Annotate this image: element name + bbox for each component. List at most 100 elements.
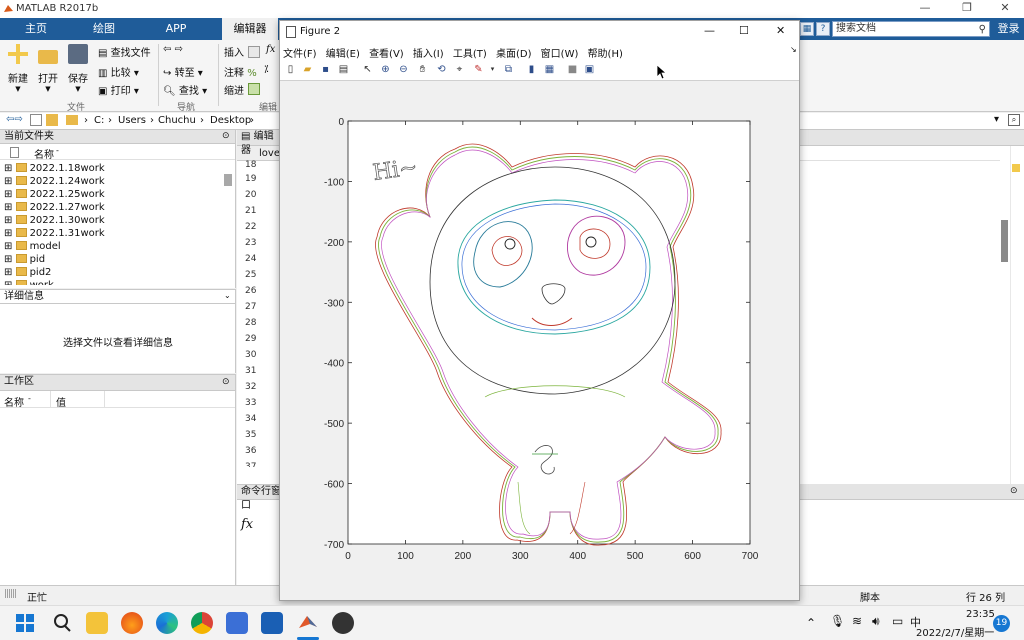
folder-list: ⊞ 2022.1.18work ⊞ 2022.1.24work ⊞ 2022.1… xyxy=(0,160,235,285)
fx-button[interactable]: fx xyxy=(266,44,275,55)
clock-date[interactable]: 2022/2/7/星期一 xyxy=(916,624,994,639)
print-button[interactable]: ▣ 打印 ▾ xyxy=(98,82,139,97)
tab-home[interactable]: 主页 xyxy=(14,18,58,40)
new-button[interactable]: 新建 ▼ xyxy=(6,44,30,93)
battery-icon[interactable]: ▭ xyxy=(892,614,903,628)
store-icon[interactable] xyxy=(226,612,248,634)
path-segment-desktop[interactable]: Desktop xyxy=(210,115,251,126)
windows-start-icon[interactable] xyxy=(14,612,36,634)
chrome-icon[interactable] xyxy=(191,612,213,634)
microphone-icon[interactable]: 🎙︎ xyxy=(830,614,845,628)
command-panel-menu-icon[interactable]: ⊙ xyxy=(1010,486,1018,496)
tab-plots[interactable]: 绘图 xyxy=(82,18,126,40)
brush-dropdown-icon[interactable]: ▾ xyxy=(486,63,499,76)
data-cursor-icon[interactable]: ⌖ xyxy=(453,63,466,76)
nav-back-forward-icons[interactable]: ⇦⇨ xyxy=(6,114,23,125)
figure-close-icon[interactable]: ✕ xyxy=(776,24,785,37)
outlook-icon[interactable] xyxy=(261,612,283,634)
figure-minimize-icon[interactable]: — xyxy=(704,24,715,37)
up-folder-icon[interactable] xyxy=(30,114,42,126)
help-icon[interactable]: ? xyxy=(816,22,830,36)
clock-time[interactable]: 23:35 xyxy=(966,609,995,620)
save-button[interactable]: 保存 ▼ xyxy=(66,44,90,93)
back-forward-icons[interactable]: ⇦ ⇨ xyxy=(163,44,183,55)
find-files-button[interactable]: ▤ 查找文件 xyxy=(98,44,151,59)
path-segment-drive[interactable]: C: xyxy=(94,115,104,126)
tab-apps[interactable]: APP xyxy=(154,18,198,40)
tray-expand-icon[interactable]: ⌃ xyxy=(806,616,816,630)
pointer-icon[interactable]: ↖ xyxy=(361,63,374,76)
busy-indicator-icon: |||||| xyxy=(4,589,17,599)
brush-icon[interactable]: ✎ xyxy=(472,63,485,76)
rotate-3d-icon[interactable]: ⟲ xyxy=(435,63,448,76)
matlab-title-bar: MATLAB R2017b — ❐ ✕ xyxy=(0,0,1024,18)
editor-scrollbar-thumb[interactable] xyxy=(1001,220,1008,262)
wifi-icon[interactable]: ≋ xyxy=(852,614,862,628)
comment-button[interactable]: 注释 % xyxy=(224,64,257,79)
hide-plot-tools-icon[interactable]: ■ xyxy=(566,63,579,76)
folder-item[interactable]: ⊞ 2022.1.24work xyxy=(4,175,235,188)
figure-window[interactable]: Figure 2 — ☐ ✕ 文件(F) 编辑(E) 查看(V) 插入(I) 工… xyxy=(279,20,800,601)
tab-editor[interactable]: 编辑器 xyxy=(222,18,278,40)
print-figure-icon[interactable]: ▤ xyxy=(337,63,350,76)
insert-button[interactable]: 插入 xyxy=(224,44,244,59)
show-plot-tools-icon[interactable]: ▣ xyxy=(583,63,596,76)
login-button[interactable]: 登录 xyxy=(993,18,1024,40)
folder-item[interactable]: ⊞ 2022.1.25work xyxy=(4,188,235,201)
zoom-in-icon[interactable]: ⊕ xyxy=(379,63,392,76)
path-dropdown-icon[interactable]: ▾ xyxy=(994,114,999,125)
folder-item[interactable]: ⊞ pid2 xyxy=(4,266,235,279)
folder-item[interactable]: ⊞ work xyxy=(4,279,235,285)
indent-button[interactable]: 缩进 xyxy=(224,82,244,97)
volume-icon[interactable]: 🔊︎ xyxy=(872,614,880,629)
go-to-button[interactable]: ↪ 转至 ▾ xyxy=(163,64,203,79)
zoom-out-icon[interactable]: ⊖ xyxy=(397,63,410,76)
folder-item[interactable]: ⊞ 2022.1.27work xyxy=(4,201,235,214)
pan-hand-icon[interactable]: ✋︎ xyxy=(416,63,429,76)
column-name-header[interactable]: 名称 xyxy=(34,146,54,161)
find-button[interactable]: 🔍︎ 查找 ▾ xyxy=(163,82,207,97)
panel-menu-icon[interactable]: ⊙ xyxy=(222,131,230,141)
folder-scrollbar[interactable] xyxy=(224,174,232,186)
command-prompt-fx[interactable]: fx xyxy=(241,517,253,532)
search-icon[interactable]: ⚲ xyxy=(979,23,986,37)
edge-icon[interactable] xyxy=(156,612,178,634)
browse-folder-icon[interactable] xyxy=(46,114,58,126)
figure-maximize-icon[interactable]: ☐ xyxy=(739,24,749,37)
link-plot-icon[interactable]: ⧉ xyxy=(502,63,515,76)
obs-icon[interactable] xyxy=(332,612,354,634)
comment-toggle-icon[interactable]: ⁒ xyxy=(264,64,269,75)
matlab-taskbar-icon[interactable] xyxy=(297,612,319,634)
search-taskbar-icon[interactable] xyxy=(51,612,73,634)
folder-item[interactable]: ⊞ model xyxy=(4,240,235,253)
workspace-col-value[interactable]: 值 xyxy=(56,394,66,409)
workspace-menu-icon[interactable]: ⊙ xyxy=(222,377,230,387)
workspace-col-name[interactable]: 名称 xyxy=(4,394,24,409)
new-figure-icon[interactable]: ▯ xyxy=(284,63,297,76)
path-go-icon[interactable]: ⌕ xyxy=(1008,114,1020,126)
compare-button[interactable]: ▥ 比较 ▾ xyxy=(98,64,139,79)
folder-item[interactable]: ⊞ 2022.1.30work xyxy=(4,214,235,227)
file-explorer-icon[interactable] xyxy=(86,612,108,634)
figure-window-icon xyxy=(286,26,296,38)
menu-dock-icon[interactable]: ↘ xyxy=(790,45,797,54)
folder-item[interactable]: ⊞ 2022.1.31work xyxy=(4,227,235,240)
legend-icon[interactable]: ▦ xyxy=(543,63,556,76)
close-icon[interactable]: ✕ xyxy=(992,1,1018,17)
firefox-icon[interactable] xyxy=(121,612,143,634)
folder-item[interactable]: ⊞ pid xyxy=(4,253,235,266)
open-file-icon[interactable]: ▰ xyxy=(301,63,314,76)
folder-item[interactable]: ⊞ 2022.1.18work xyxy=(4,162,235,175)
details-collapse-icon[interactable]: ⌄ xyxy=(224,291,231,300)
notification-badge[interactable]: 19 xyxy=(993,615,1010,632)
minimize-icon[interactable]: — xyxy=(912,1,938,17)
documentation-search-input[interactable]: 搜索文档 ⚲ xyxy=(832,21,990,37)
help-grid-icon[interactable]: ▦ xyxy=(800,22,814,36)
plot-axes[interactable]: 0 100 200 300 400 500 600 700 0 -100 -200 -300 -400 -… xyxy=(280,82,799,600)
open-button[interactable]: 打开 ▼ xyxy=(36,44,60,93)
path-segment-users[interactable]: Users xyxy=(118,115,146,126)
colorbar-icon[interactable]: ▮ xyxy=(525,63,538,76)
save-figure-icon[interactable]: ▪ xyxy=(319,63,332,76)
restore-icon[interactable]: ❐ xyxy=(954,1,980,17)
path-segment-user[interactable]: Chuchu xyxy=(158,115,196,126)
